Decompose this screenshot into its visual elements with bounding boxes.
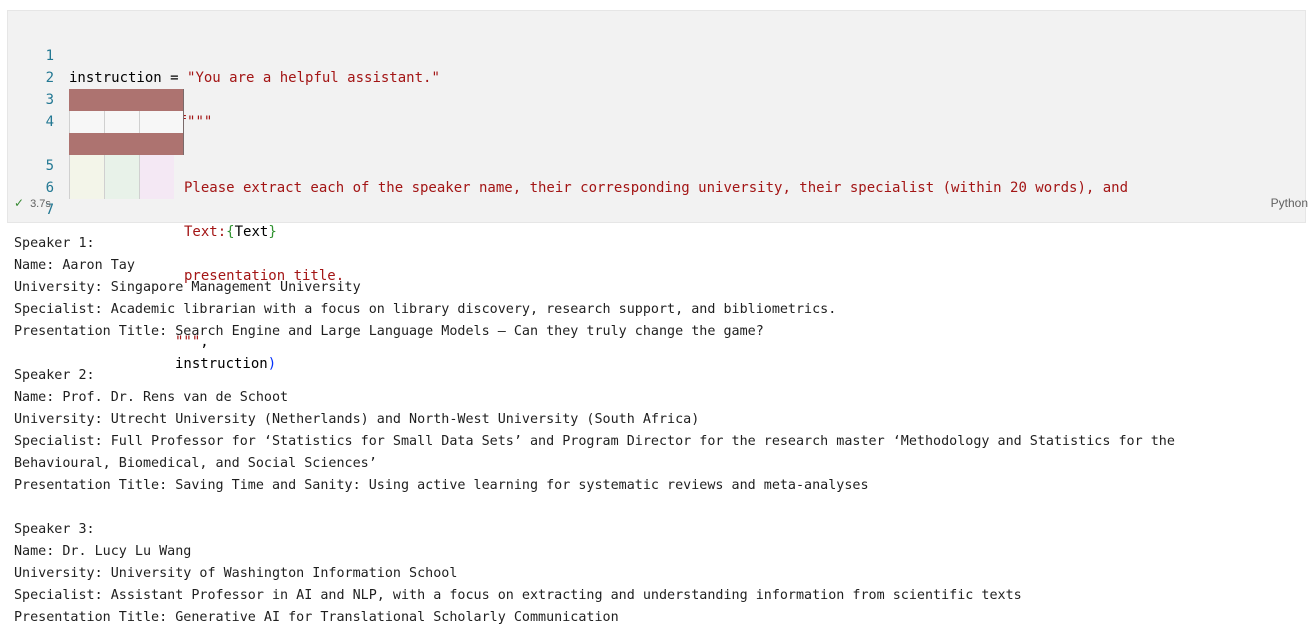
indent-guide <box>69 111 70 133</box>
indent-guide <box>139 111 140 133</box>
indent-rainbow <box>104 155 139 177</box>
code-line: 4 Please extract each of the speaker nam… <box>8 89 1305 196</box>
whitespace-highlight <box>69 89 184 111</box>
output-line: Specialist: Assistant Professor in AI an… <box>14 588 1022 603</box>
check-icon: ✓ <box>14 196 25 210</box>
indent-rainbow <box>104 177 139 199</box>
output-line: Specialist: Full Professor for ‘Statisti… <box>14 434 1175 449</box>
code-line: presentation title. <box>8 111 1305 284</box>
indent-rainbow <box>139 155 174 177</box>
code-line: 7 instruction) <box>8 177 1305 372</box>
indent-guide <box>69 177 70 199</box>
execution-time: 3.7s <box>30 198 51 210</box>
code-line: 1 instruction = "You are a helpful assis… <box>8 23 1305 86</box>
indent-guide <box>104 177 105 199</box>
indent-rainbow <box>69 177 104 199</box>
indent-guide <box>183 133 184 155</box>
output-line: Name: Dr. Lucy Lu Wang <box>14 544 192 559</box>
output-line: Presentation Title: Saving Time and Sani… <box>14 478 869 493</box>
output-line: Name: Aaron Tay <box>14 258 135 273</box>
indent-rainbow <box>69 155 104 177</box>
cell-output: Speaker 1: Name: Aaron Tay University: Sin… <box>14 233 1304 629</box>
output-line: Speaker 3: <box>14 522 95 537</box>
whitespace-highlight <box>69 133 184 155</box>
indent-guide <box>104 111 105 133</box>
output-line: University: Singapore Management Univers… <box>14 280 361 295</box>
output-line: University: Utrecht University (Netherla… <box>14 412 700 427</box>
output-line: Speaker 1: <box>14 236 95 251</box>
code-editor[interactable]: 1 instruction = "You are a helpful assis… <box>8 23 1305 372</box>
indent-guide <box>183 89 184 111</box>
indent-rainbow <box>139 177 174 199</box>
output-line: University: University of Washington Inf… <box>14 566 458 581</box>
output-line: Behavioural, Biomedical, and Social Scie… <box>14 456 377 471</box>
execution-status: ✓ 3.7s <box>14 196 51 210</box>
indent-guide <box>104 155 105 177</box>
code-line: 3 get_response(f""" <box>8 67 1305 130</box>
output-line: Specialist: Academic librarian with a fo… <box>14 302 837 317</box>
indent-guide <box>139 177 140 199</box>
code-line: 5 Text:{Text} <box>8 133 1305 240</box>
indent-guide <box>69 155 70 177</box>
code-line: 6 """, <box>8 155 1305 350</box>
output-line: Presentation Title: Search Engine and La… <box>14 324 764 339</box>
code-line: 2 <box>8 45 1305 86</box>
output-line: Presentation Title: Generative AI for Tr… <box>14 610 619 625</box>
language-indicator[interactable]: Python <box>1271 196 1308 210</box>
indent-guide <box>139 155 140 177</box>
indent-area <box>69 111 184 133</box>
output-line: Speaker 2: <box>14 368 95 383</box>
indent-guide <box>183 111 184 133</box>
output-line: Name: Prof. Dr. Rens van de Schoot <box>14 390 289 405</box>
code-cell[interactable]: 1 instruction = "You are a helpful assis… <box>7 10 1306 372</box>
